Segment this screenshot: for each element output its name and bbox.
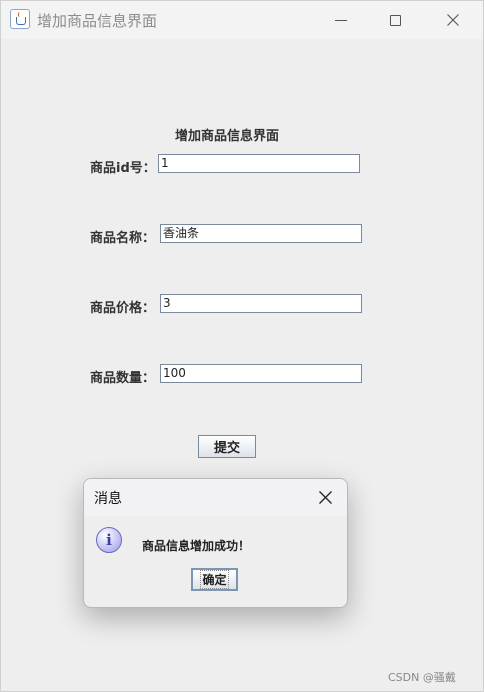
product-id-label: 商品id号： <box>90 161 156 176</box>
form-heading: 增加商品信息界面 <box>174 129 279 144</box>
main-window: 增加商品信息界面 增加商品信息界面 商品id号： 1 商品名称： 香油条 商品价… <box>0 0 484 692</box>
ok-button-label: 确定 <box>200 570 229 589</box>
minimize-button[interactable] <box>313 1 369 39</box>
close-icon <box>318 491 332 504</box>
info-icon: i <box>96 527 122 553</box>
ok-button[interactable]: 确定 <box>191 568 238 591</box>
watermark: CSDN @骚戴 <box>388 671 456 684</box>
title-bar[interactable]: 增加商品信息界面 <box>1 1 483 39</box>
product-name-label: 商品名称： <box>90 231 156 246</box>
product-price-input[interactable]: 3 <box>160 294 362 313</box>
minimize-icon <box>335 19 347 21</box>
product-quantity-input[interactable]: 100 <box>160 364 362 383</box>
message-dialog: 消息 i 商品信息增加成功！ 确定 <box>83 478 348 608</box>
product-price-label: 商品价格： <box>90 301 156 316</box>
close-icon <box>447 14 459 26</box>
dialog-title-bar[interactable]: 消息 <box>84 479 347 516</box>
dialog-message: 商品信息增加成功！ <box>142 539 251 553</box>
product-name-input[interactable]: 香油条 <box>160 224 362 243</box>
submit-button[interactable]: 提交 <box>198 435 256 458</box>
product-quantity-label: 商品数量： <box>90 371 156 386</box>
maximize-icon <box>389 14 401 26</box>
maximize-button[interactable] <box>367 1 423 39</box>
product-id-input[interactable]: 1 <box>158 154 360 173</box>
dialog-title: 消息 <box>94 491 122 507</box>
dialog-close-button[interactable] <box>303 479 347 516</box>
java-cup-icon <box>10 9 30 29</box>
window-title: 增加商品信息界面 <box>37 12 158 30</box>
close-button[interactable] <box>425 1 481 39</box>
